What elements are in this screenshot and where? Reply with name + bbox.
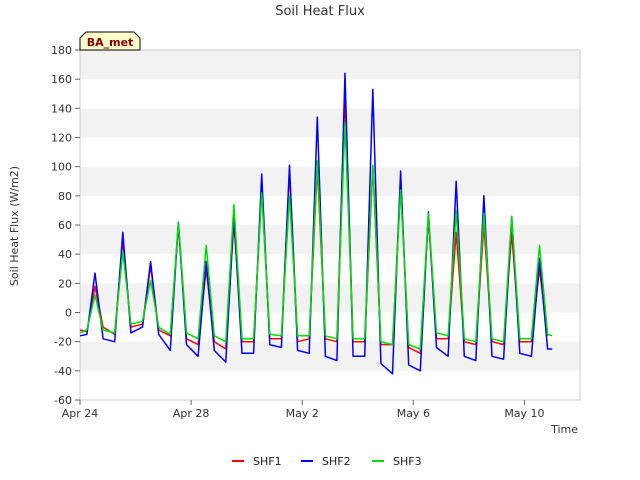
y-axis-label: Soil Heat Flux (W/m2) (8, 166, 21, 286)
badge-label: BA_met (87, 36, 134, 49)
grid-band (80, 137, 580, 167)
grid-band (80, 108, 580, 138)
legend-label: SHF1 (253, 455, 282, 468)
grid-band (80, 79, 580, 109)
y-tick-label: 40 (58, 248, 72, 261)
grid-band (80, 166, 580, 196)
grid-band (80, 195, 580, 225)
y-tick-label: 20 (58, 277, 72, 290)
y-tick-label: 60 (58, 219, 72, 232)
chart: -60 -40 -20 0 20 40 60 80 100 120 140 160 180 Apr 24… (8, 4, 581, 468)
y-tick-label: 80 (58, 190, 72, 203)
x-axis-ticks: Apr 24 Apr 28 May 2 May 6 May 10 (62, 400, 545, 420)
grid-band (80, 254, 580, 284)
y-tick-label: 100 (51, 161, 72, 174)
x-tick-label: Apr 28 (173, 407, 210, 420)
x-axis-label: Time (550, 423, 578, 436)
grid-band (80, 370, 580, 400)
y-axis-ticks: -60 -40 -20 0 20 40 60 80 100 120 140 160 180 (51, 44, 80, 407)
y-tick-label: 160 (51, 73, 72, 86)
y-tick-label: -40 (54, 365, 72, 378)
y-tick-label: 140 (51, 102, 72, 115)
x-tick-label: May 10 (504, 407, 544, 420)
y-tick-label: 180 (51, 44, 72, 57)
site-badge: BA_met (79, 31, 141, 51)
x-tick-label: May 6 (397, 407, 430, 420)
grid-band (80, 225, 580, 255)
y-tick-label: 120 (51, 132, 72, 145)
x-tick-label: May 2 (286, 407, 319, 420)
y-tick-label: -60 (54, 394, 72, 407)
x-tick-label: Apr 24 (62, 407, 99, 420)
legend: SHF1 SHF2 SHF3 (232, 455, 422, 468)
grid-band (80, 50, 580, 80)
legend-label: SHF3 (393, 455, 422, 468)
chart-title: Soil Heat Flux (275, 4, 365, 19)
y-tick-label: 0 (65, 307, 72, 320)
legend-label: SHF2 (322, 455, 351, 468)
y-tick-label: -20 (54, 336, 72, 349)
